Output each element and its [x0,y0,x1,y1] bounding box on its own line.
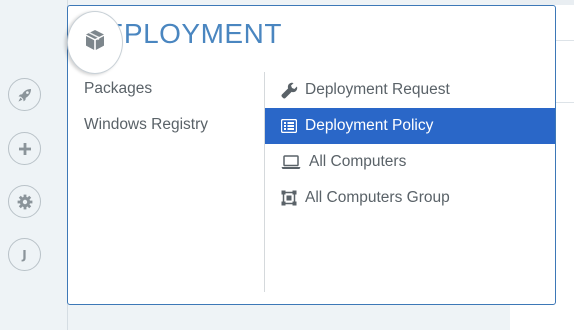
sidebar-item-packages-active[interactable] [67,11,123,74]
sidebar-item-user[interactable]: J [8,238,41,271]
flyout-left-column: Packages Windows Registry [84,78,264,150]
menu-item-all-computers[interactable]: All Computers [265,144,555,180]
deployment-flyout-menu: DEPLOYMENT Packages Windows Registry Dep… [67,5,556,305]
plus-icon [18,142,32,156]
wrench-icon [279,81,299,99]
list-icon [279,117,299,135]
sidebar-item-add[interactable] [8,132,41,165]
sidebar-item-settings[interactable] [8,185,41,218]
menu-item-all-computers-group[interactable]: All Computers Group [265,180,555,216]
sidebar-item-deploy[interactable] [8,78,41,111]
sidebar-rail: J [0,0,68,330]
menu-item-label: All Computers Group [305,189,450,206]
computer-group-icon [279,189,299,207]
user-initial-icon: J [22,247,27,262]
gear-icon [17,194,33,210]
menu-item-label: Deployment Request [305,81,450,98]
menu-item-deployment-policy[interactable]: Deployment Policy [265,108,555,144]
app-window: J DEPLOYMENT Packages Windows Registry D… [0,0,574,330]
menu-item-label: Deployment Policy [305,117,434,134]
menu-item-deployment-request[interactable]: Deployment Request [265,72,555,108]
flyout-right-column: Deployment Request Deployment Policy All… [265,72,555,216]
rocket-icon [17,87,33,103]
menu-item-label: All Computers [309,153,407,170]
menu-item-packages[interactable]: Packages [84,78,264,114]
menu-item-windows-registry[interactable]: Windows Registry [84,114,264,150]
laptop-icon [279,153,303,171]
package-icon [83,28,107,57]
